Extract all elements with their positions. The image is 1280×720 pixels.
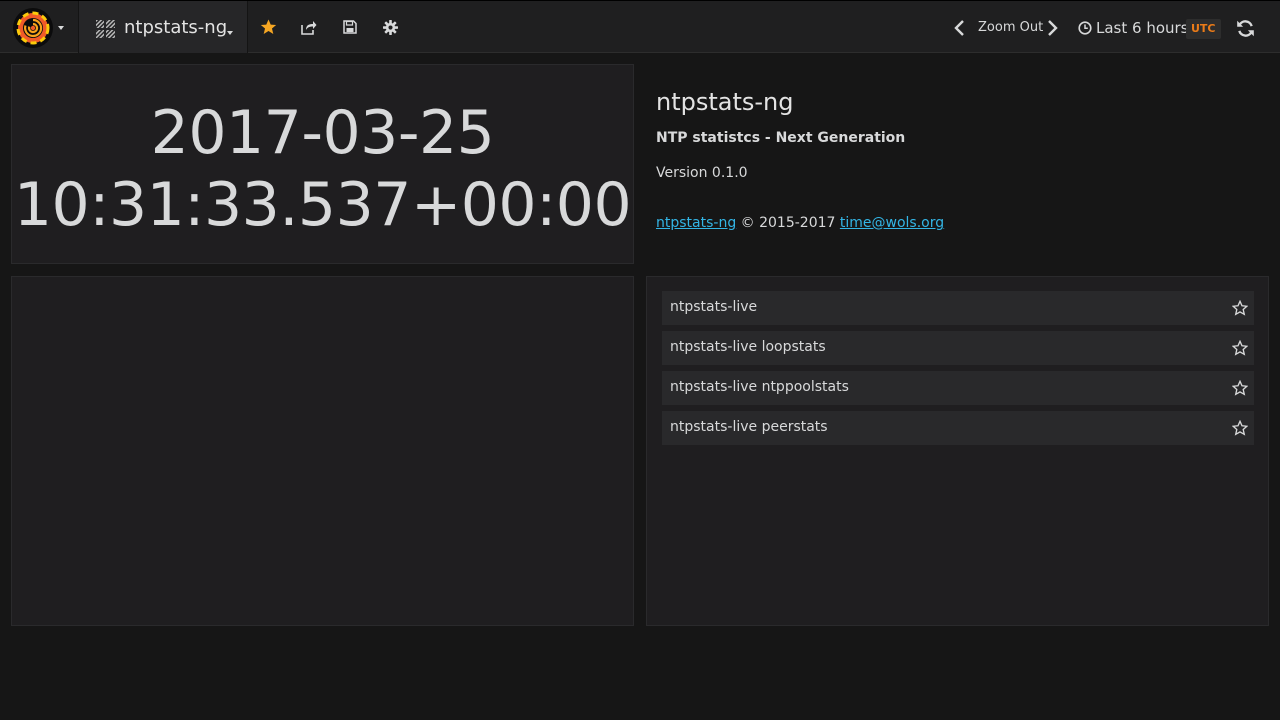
list-item[interactable]: ntpstats-live peerstats [662,411,1254,445]
email-link[interactable]: time@wols.org [840,215,944,231]
time-range-label[interactable]: Last 6 hours [1096,19,1189,37]
zoom-out-button[interactable]: Zoom Out [978,20,1043,35]
dashboard-grid-icon [96,20,115,38]
chevron-down-icon[interactable] [227,31,233,35]
project-link[interactable]: ntpstats-ng [656,215,736,231]
clock-date: 2017-03-25 [150,98,495,168]
grafana-logo-icon[interactable] [13,8,53,48]
save-dashboard-button[interactable] [336,13,364,41]
empty-panel [11,276,634,626]
chevron-down-icon[interactable] [58,26,64,30]
about-version: Version 0.1.0 [656,165,748,181]
star-outline-icon[interactable] [1232,420,1248,436]
chevron-right-icon[interactable] [1043,18,1061,38]
clock-icon [1078,21,1092,35]
about-subtitle: NTP statistcs - Next Generation [656,130,906,146]
list-item[interactable]: ntpstats-live ntppoolstats [662,371,1254,405]
about-footer: ntpstats-ng © 2015-2017 time@wols.org [656,215,944,231]
dashboard-title[interactable]: ntpstats-ng [124,17,227,38]
grafana-menu-button[interactable] [0,1,79,53]
save-icon[interactable] [343,20,357,34]
copyright-text: © 2015-2017 [740,215,836,231]
timezone-badge: UTC [1186,19,1221,39]
share-icon[interactable] [301,20,317,35]
dashboard-list-panel: ntpstats-live ntpstats-live loopstats nt… [646,276,1269,626]
clock-time: 10:31:33.537+00:00 [13,170,632,240]
about-text-panel: ntpstats-ng NTP statistcs - Next Generat… [656,86,1256,231]
list-item-label[interactable]: ntpstats-live ntppoolstats [670,379,849,395]
star-outline-icon[interactable] [1232,380,1248,396]
share-dashboard-button[interactable] [295,13,323,41]
star-outline-icon[interactable] [1232,340,1248,356]
refresh-icon[interactable] [1236,19,1255,38]
star-icon[interactable] [260,19,277,35]
settings-button[interactable] [376,13,404,41]
list-item-label[interactable]: ntpstats-live [670,299,757,315]
dashboard-search-button[interactable]: ntpstats-ng [79,1,248,53]
chevron-left-icon[interactable] [951,18,969,38]
list-item[interactable]: ntpstats-live [662,291,1254,325]
star-dashboard-button[interactable] [254,13,282,41]
list-item-label[interactable]: ntpstats-live loopstats [670,339,826,355]
about-title: ntpstats-ng [656,88,794,116]
list-item-label[interactable]: ntpstats-live peerstats [670,419,828,435]
star-outline-icon[interactable] [1232,300,1248,316]
list-item[interactable]: ntpstats-live loopstats [662,331,1254,365]
top-navbar: ntpstats-ng Zoom Out Last 6 hours UTC [0,0,1280,53]
gear-icon[interactable] [382,19,398,35]
